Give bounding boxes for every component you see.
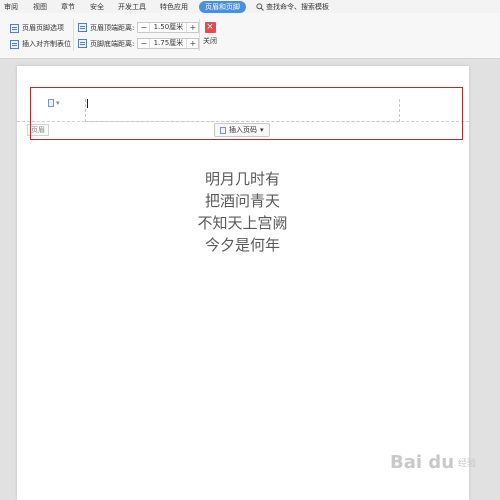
poem-line: 明月几时有 xyxy=(204,170,280,188)
header-footer-options-button[interactable]: 页眉页脚选项 xyxy=(10,23,64,33)
search-icon xyxy=(256,3,264,11)
toolbar-divider xyxy=(73,19,74,51)
footer-bottom-distance-row: 页脚底端距离: − 1.75厘米 + xyxy=(78,38,200,49)
close-header-footer-button[interactable]: × 关闭 xyxy=(203,22,217,46)
highlight-frame xyxy=(30,87,463,140)
header-top-increase-button[interactable]: + xyxy=(187,23,198,32)
close-icon: × xyxy=(204,22,216,33)
toolbar-divider xyxy=(199,19,200,51)
baidu-logo: Bai du xyxy=(390,452,455,473)
tab-chapter[interactable]: 章节 xyxy=(61,2,75,12)
footer-bottom-distance-label: 页脚底端距离: xyxy=(90,39,135,48)
close-label: 关闭 xyxy=(203,37,217,45)
footer-bottom-distance-value[interactable]: 1.75厘米 xyxy=(149,39,188,48)
poem-line: 把酒问青天 xyxy=(204,192,280,210)
align-tab-icon xyxy=(10,39,19,49)
search-commands[interactable]: 查找命令、搜索模板 xyxy=(256,2,329,12)
tab-special-apps[interactable]: 特色应用 xyxy=(160,2,188,12)
tab-review[interactable]: 审阅 xyxy=(4,2,18,12)
poem-text[interactable]: 明月几时有 把酒问青天 不知天上宫阙 今夕是何年 xyxy=(150,168,335,256)
search-label: 查找命令、搜索模板 xyxy=(266,3,329,11)
ribbon-tab-bar: 审阅 视图 章节 安全 开发工具 特色应用 页眉和页脚 查找命令、搜索模板 xyxy=(0,0,500,13)
tab-dev-tools[interactable]: 开发工具 xyxy=(118,2,146,12)
insert-align-tab-label: 插入对齐制表位 xyxy=(22,40,71,48)
insert-align-tab-button[interactable]: 插入对齐制表位 xyxy=(10,39,71,49)
tab-header-footer[interactable]: 页眉和页脚 xyxy=(199,1,246,13)
poem-line: 不知天上宫阙 xyxy=(197,214,288,232)
header-top-distance-stepper[interactable]: − 1.50厘米 + xyxy=(137,22,200,33)
footer-distance-icon xyxy=(78,39,87,48)
header-top-distance-label: 页眉顶端距离: xyxy=(90,23,135,32)
header-footer-options-label: 页眉页脚选项 xyxy=(22,24,64,32)
watermark-subtitle: 经验 xyxy=(458,459,477,469)
header-top-distance-value[interactable]: 1.50厘米 xyxy=(149,23,188,32)
watermark: Bai du 经验 xyxy=(390,452,476,473)
tab-security[interactable]: 安全 xyxy=(90,2,104,12)
footer-bottom-decrease-button[interactable]: − xyxy=(138,39,149,48)
header-top-distance-row: 页眉顶端距离: − 1.50厘米 + xyxy=(78,22,200,33)
tab-view[interactable]: 视图 xyxy=(33,2,47,12)
header-distance-icon xyxy=(78,23,87,32)
footer-bottom-increase-button[interactable]: + xyxy=(187,39,198,48)
footer-bottom-distance-stepper[interactable]: − 1.75厘米 + xyxy=(137,38,200,49)
poem-line: 今夕是何年 xyxy=(204,236,280,254)
header-top-decrease-button[interactable]: − xyxy=(138,23,149,32)
options-icon xyxy=(10,23,19,33)
header-footer-toolbar: 页眉页脚选项 插入对齐制表位 页眉顶端距离: − 1.50厘米 + 页脚底端距离… xyxy=(0,13,500,59)
